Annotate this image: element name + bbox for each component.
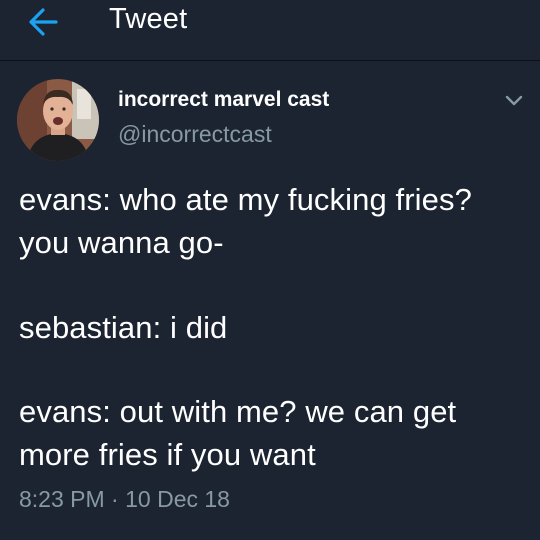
tweet-time: 8:23 PM — [19, 486, 105, 512]
tweet-date: 10 Dec 18 — [125, 486, 230, 512]
tweet-text-line: more fries if you want — [19, 437, 316, 472]
top-bar: Tweet — [0, 0, 540, 60]
display-name[interactable]: incorrect marvel cast — [118, 88, 329, 112]
header-divider — [0, 60, 540, 61]
tweet-text-line: evans: who ate my fucking fries? — [19, 182, 472, 217]
tweet-timestamp: 8:23 PM · 10 Dec 18 — [19, 486, 230, 513]
chevron-down-icon — [505, 95, 523, 106]
back-button[interactable] — [26, 4, 66, 40]
arrow-left-icon — [29, 8, 58, 36]
meta-separator: · — [111, 486, 119, 512]
avatar[interactable] — [17, 79, 99, 161]
tweet-text-line: sebastian: i did — [19, 310, 228, 345]
page-title: Tweet — [109, 3, 188, 35]
tweet-menu-button[interactable] — [500, 90, 528, 112]
tweet-text-line: you wanna go- — [19, 225, 224, 260]
tweet-text-line: evans: out with me? we can get — [19, 394, 457, 429]
user-handle[interactable]: @incorrectcast — [118, 121, 272, 148]
avatar-image — [17, 79, 99, 161]
